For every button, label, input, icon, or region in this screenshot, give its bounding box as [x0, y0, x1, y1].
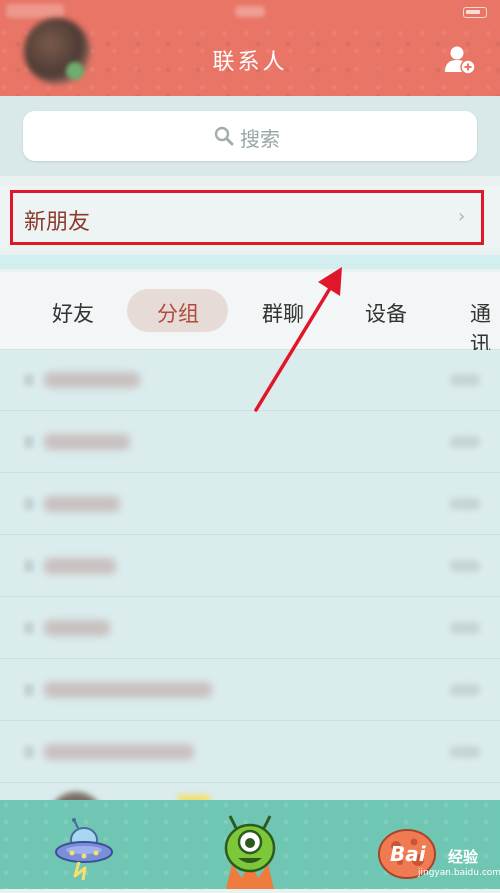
group-name	[44, 372, 140, 388]
list-item[interactable]	[0, 660, 500, 721]
tab-group-chats[interactable]: 群聊	[262, 298, 304, 328]
group-name	[44, 744, 194, 760]
group-name	[44, 620, 110, 636]
group-count	[450, 622, 480, 634]
list-item[interactable]	[0, 350, 500, 411]
group-count	[450, 560, 480, 572]
tab-devices[interactable]: 设备	[365, 298, 407, 328]
nav-item-monster[interactable]	[212, 812, 288, 889]
chevron-right-icon	[24, 746, 34, 758]
section-divider	[0, 255, 500, 269]
chevron-right-icon	[24, 374, 34, 386]
list-item[interactable]	[0, 722, 500, 783]
search-placeholder: 搜索	[240, 127, 280, 151]
tab-friends[interactable]: 好友	[52, 298, 94, 328]
group-name	[44, 682, 212, 698]
group-name	[44, 496, 120, 512]
group-count	[450, 498, 480, 510]
group-name	[44, 434, 130, 450]
group-count	[450, 684, 480, 696]
group-count	[450, 746, 480, 758]
carrier-signal	[6, 4, 64, 18]
add-contact-button[interactable]	[444, 44, 476, 76]
list-item[interactable]	[0, 598, 500, 659]
battery-icon	[463, 7, 487, 18]
search-icon	[214, 126, 234, 146]
green-monster-icon	[224, 815, 276, 889]
list-item[interactable]	[0, 474, 500, 535]
chevron-right-icon	[24, 684, 34, 696]
list-item[interactable]	[0, 412, 500, 473]
watermark-url: jingyan.baidu.com	[418, 868, 500, 878]
chevron-right-icon	[24, 498, 34, 510]
chevron-right-icon	[24, 436, 34, 448]
list-item[interactable]	[0, 536, 500, 597]
tab-contacts[interactable]: 通讯	[470, 298, 500, 358]
group-list	[0, 350, 500, 800]
chevron-right-icon	[24, 560, 34, 572]
highlight-annotation	[10, 190, 484, 245]
nav-item-ufo[interactable]	[52, 818, 116, 882]
watermark-text: 经验	[448, 848, 479, 866]
status-time	[235, 6, 265, 17]
group-count	[450, 374, 480, 386]
tab-groups[interactable]: 分组	[157, 298, 199, 328]
group-name	[44, 558, 116, 574]
page-title: 联系人	[212, 50, 288, 75]
chevron-right-icon	[24, 622, 34, 634]
ufo-icon	[55, 818, 113, 881]
add-person-icon	[445, 46, 476, 75]
watermark-brand: Bai	[390, 842, 426, 866]
group-count	[450, 436, 480, 448]
